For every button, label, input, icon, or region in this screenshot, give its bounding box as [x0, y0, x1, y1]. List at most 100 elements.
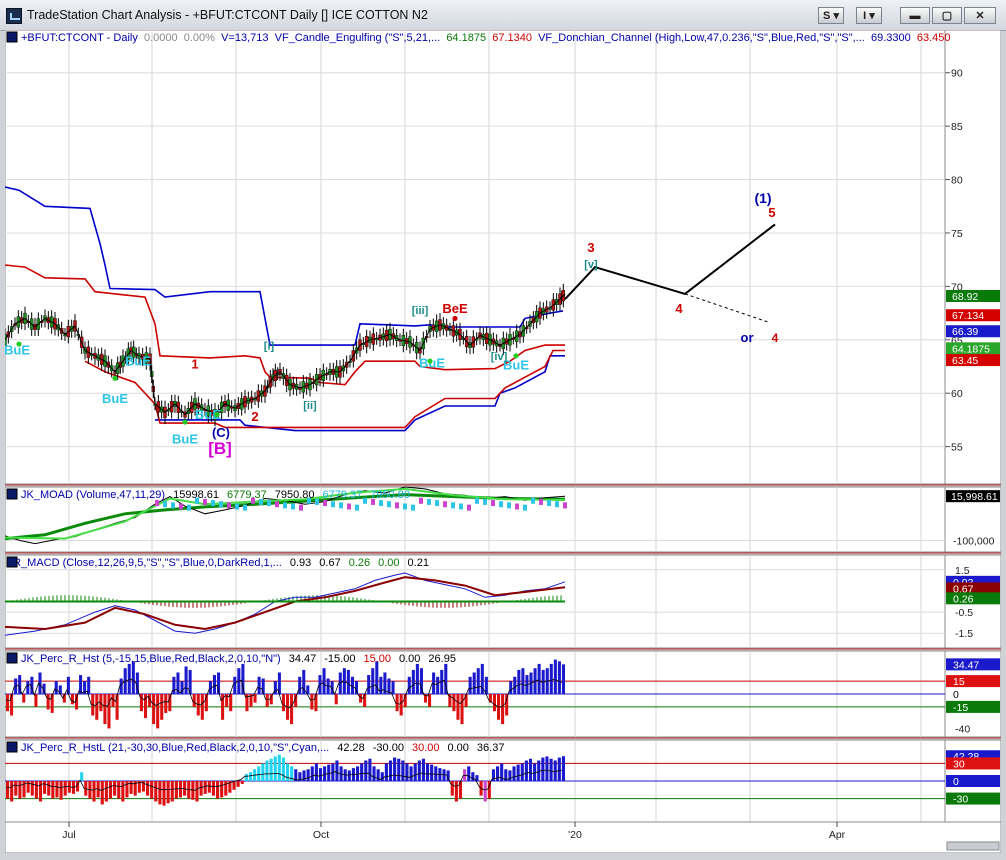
- percrl-bar: [248, 772, 253, 781]
- percrl-value-box-label: 30: [953, 758, 965, 770]
- percrl-bar: [545, 756, 549, 781]
- percrl-bar: [14, 781, 18, 796]
- percrl-bar: [372, 766, 376, 781]
- percrl-bar: [561, 756, 565, 781]
- percr-bar: [472, 672, 476, 694]
- percrl-bar: [467, 766, 471, 781]
- wave-label: BuE: [419, 356, 445, 371]
- macd-header-name: LR_MACD (Close,12,26,9,5,"S","S",Blue,0,…: [7, 557, 282, 569]
- x-tick-label: '20: [568, 829, 582, 841]
- i-menu-dropdown-icon: ▾: [869, 10, 875, 22]
- percr-bar: [363, 694, 367, 707]
- moad-signal-mark: [467, 504, 471, 511]
- percrl-bar: [434, 766, 438, 781]
- moad-signal-mark: [515, 503, 519, 510]
- percr-bar: [513, 676, 517, 694]
- percrl-bar: [178, 781, 183, 798]
- moad-signal-mark: [459, 503, 463, 510]
- percrl-bar: [516, 764, 520, 781]
- moad-signal-mark: [315, 498, 319, 505]
- percrl-bar: [158, 781, 162, 805]
- moad-signal-mark: [267, 500, 271, 507]
- percrl-bar: [541, 757, 545, 781]
- title-bar[interactable]: TradeStation Chart Analysis - +BFUT:CTCO…: [0, 0, 1006, 31]
- percr-header-value: 34.47: [289, 653, 317, 665]
- price-header-symbol: +BFUT:CTCONT - Daily: [21, 32, 138, 44]
- horizontal-scroll-handle[interactable]: [946, 841, 1000, 851]
- percr-bar: [371, 668, 375, 694]
- percr-value-box-label: 15: [953, 676, 965, 688]
- price-value-box-label: 63.45: [952, 355, 978, 367]
- percr-bar: [298, 676, 302, 694]
- percrl-bar: [34, 781, 38, 799]
- wave-label: 4: [772, 331, 779, 345]
- macd-ytick-label-2: -1.5: [955, 628, 973, 640]
- price-header-change: 0.0000: [144, 32, 178, 44]
- moad-header-name: JK_MOAD (Volume,47,11,29): [21, 489, 165, 501]
- percrl-bar: [224, 781, 228, 796]
- price-header-volume: V=13,713: [221, 32, 268, 44]
- wave-label: [i]: [264, 340, 275, 352]
- percrl-bar: [496, 766, 500, 781]
- panel-macd-study-icon: [6, 556, 18, 568]
- macd-panel-header: LR_MACD (Close,12,26,9,5,"S","S",Blue,0,…: [7, 557, 429, 569]
- percrl-bar: [528, 758, 533, 781]
- percrl-bar: [146, 781, 150, 796]
- moad-header-value: 6779.37: [227, 489, 267, 501]
- wave-label: [ii]: [303, 400, 317, 412]
- close-button[interactable]: ✕: [964, 7, 996, 24]
- percrl-bar: [413, 763, 417, 781]
- bullish-engulfing-dot: [513, 353, 519, 359]
- percr-bar: [415, 663, 419, 694]
- minimize-icon: ▬: [909, 10, 921, 22]
- percrl-bar: [557, 757, 561, 781]
- minimize-button[interactable]: ▬: [900, 7, 930, 24]
- percr-bar: [452, 694, 456, 712]
- percr-bar: [537, 663, 541, 694]
- percrl-bar: [232, 781, 236, 790]
- moad-signal-mark: [235, 503, 239, 510]
- price-header-study1_v2: 67.1340: [492, 32, 532, 44]
- percrl-bar: [51, 781, 55, 799]
- macd-header-value: 0.21: [408, 557, 429, 569]
- percr-bar: [184, 666, 188, 694]
- percr-bar: [436, 676, 440, 694]
- percrl-bar: [63, 781, 67, 796]
- close-icon: ✕: [975, 10, 985, 22]
- i-menu-button[interactable]: I ▾: [856, 7, 882, 24]
- percr-bar: [172, 676, 176, 694]
- s-menu-button[interactable]: S ▾: [818, 7, 844, 24]
- moad-signal-mark: [387, 501, 391, 508]
- macd-ytick-label-0: 1.5: [955, 565, 970, 577]
- window-title: TradeStation Chart Analysis - +BFUT:CTCO…: [27, 8, 428, 22]
- moad-signal-mark: [563, 502, 567, 509]
- maximize-button[interactable]: ▢: [932, 7, 962, 24]
- percr-bar: [391, 681, 395, 694]
- percr-bar: [468, 676, 472, 694]
- percrl-header-value: -30.00: [373, 742, 404, 754]
- percrl-bar: [450, 781, 454, 796]
- price-header-study2: VF_Donchian_Channel (High,Low,47,0.236,"…: [538, 32, 865, 44]
- moad-signal-mark: [539, 498, 543, 505]
- percrl-panel-header: JK_Perc_R_HstL (21,-30,30,Blue,Red,Black…: [21, 742, 504, 754]
- moad-signal-mark: [347, 503, 351, 510]
- bullish-engulfing-dot: [16, 341, 22, 347]
- percrl-bar: [318, 768, 323, 781]
- percr-bar: [549, 663, 553, 694]
- chart-area[interactable]: 5560657075808590BuEBuEBuEBuEBuEBuE BuEBeE…: [5, 30, 1001, 853]
- percrl-bar: [269, 758, 273, 781]
- application-window: TradeStation Chart Analysis - +BFUT:CTCO…: [0, 0, 1006, 860]
- x-tick-label: Jul: [62, 829, 75, 841]
- percr-value-box-label: 0: [953, 689, 959, 701]
- percr-bar: [464, 694, 468, 707]
- moad-signal-mark: [363, 497, 367, 504]
- x-axis: Jul Oct '20 Apr: [5, 821, 1001, 853]
- percrl-bar: [265, 760, 269, 781]
- percrl-bar: [117, 781, 121, 799]
- percrl-bar: [368, 758, 372, 781]
- wave-label: BuE: [172, 431, 198, 446]
- percrl-bar: [471, 772, 475, 781]
- percr-bar: [131, 661, 135, 694]
- s-menu-dropdown-icon: ▾: [833, 10, 839, 22]
- percrl-bar: [454, 781, 458, 802]
